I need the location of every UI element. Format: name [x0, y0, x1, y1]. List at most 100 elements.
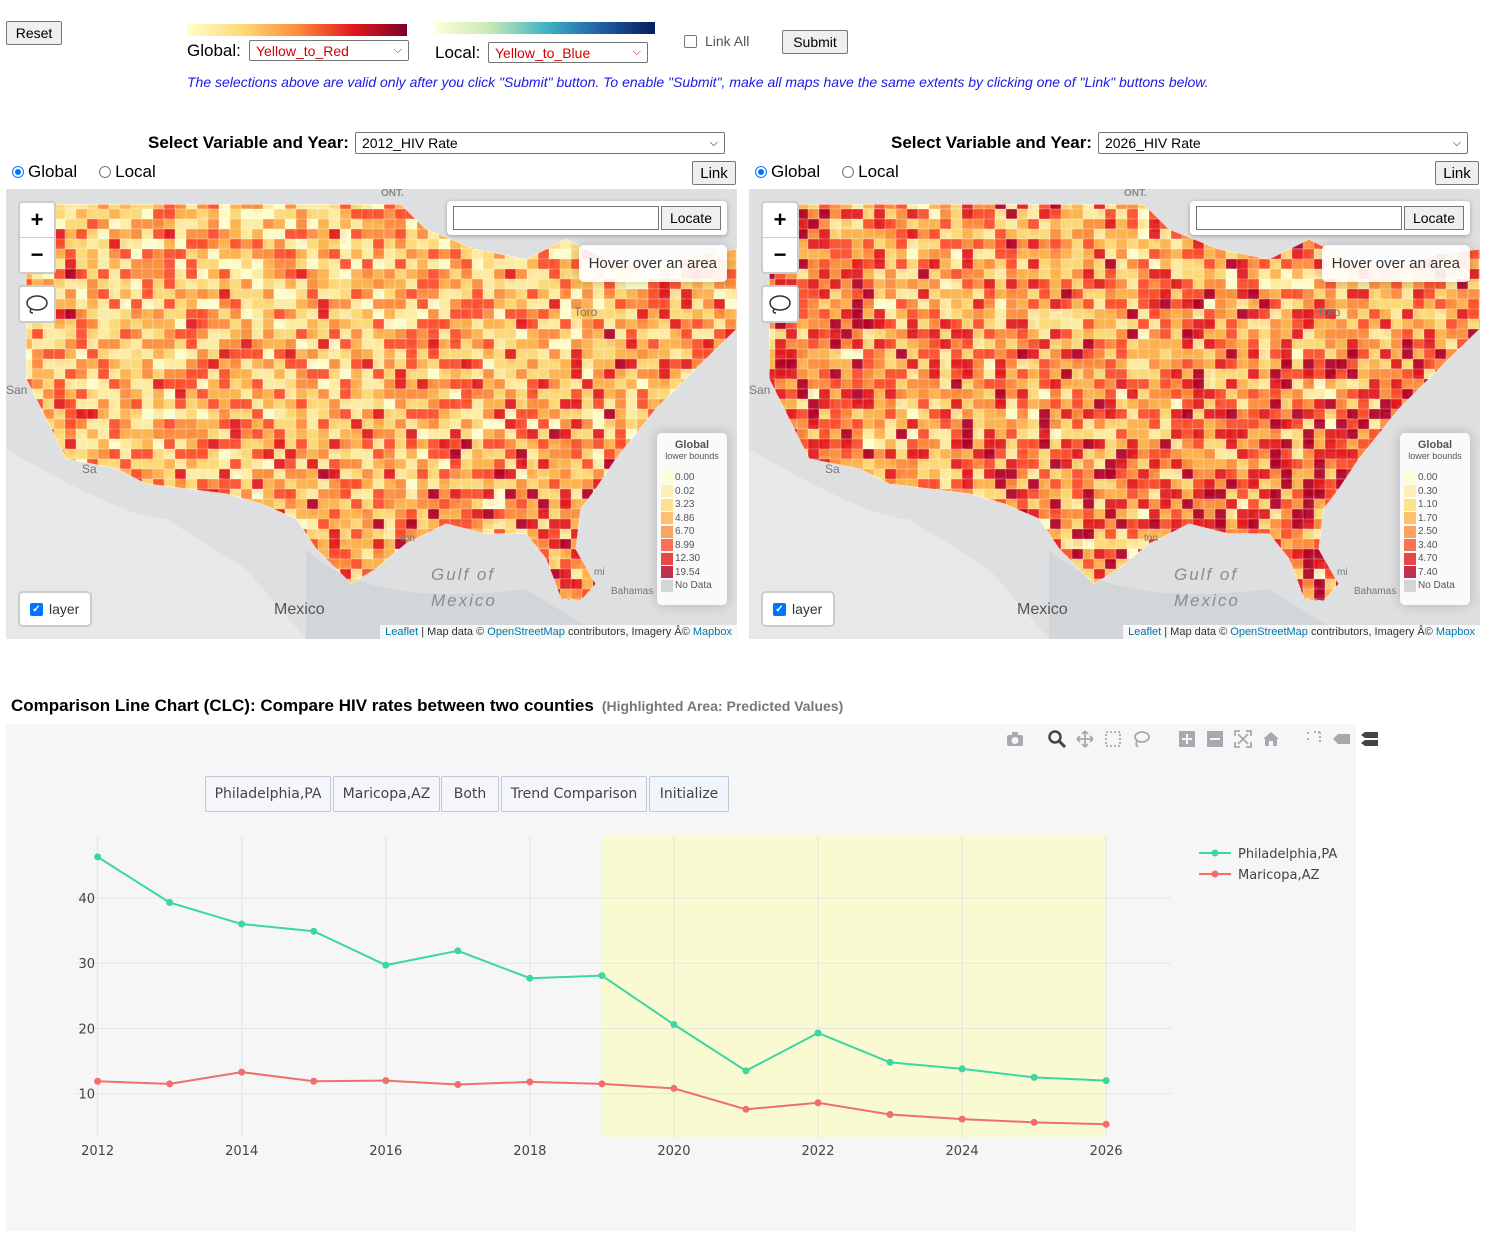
- osm-link[interactable]: OpenStreetMap: [1230, 626, 1308, 638]
- data-point[interactable]: [382, 1077, 390, 1085]
- map1-select-value: 2012_HIV Rate: [361, 135, 458, 151]
- map1-lasso-button[interactable]: [18, 285, 56, 323]
- legend-entry[interactable]: Maricopa,AZ: [1238, 868, 1319, 883]
- legend-entry[interactable]: Philadelphia,PA: [1238, 847, 1337, 862]
- link-all-label: Link All: [705, 33, 750, 49]
- map2-zoom-control: + −: [761, 201, 799, 274]
- data-point[interactable]: [310, 927, 318, 935]
- data-point[interactable]: [814, 1029, 822, 1037]
- legend-swatch: [1404, 566, 1416, 579]
- clc-line-chart[interactable]: 2012 2014 2016 2018 2020 2022 2024 2026 10 20 30 40…: [6, 724, 1356, 1231]
- legend-label: 6.70: [675, 526, 695, 538]
- data-point[interactable]: [238, 1068, 246, 1076]
- map1-legend: Global lower bounds 0.00 0.02 3.23 4.86 6.70…: [657, 433, 727, 605]
- zoom-in-icon[interactable]: +: [763, 203, 797, 238]
- data-point[interactable]: [598, 1080, 606, 1088]
- map2-radio-global[interactable]: [755, 166, 767, 178]
- hover-compare-icon[interactable]: [1360, 730, 1378, 748]
- zoom-out-icon[interactable]: −: [20, 238, 54, 272]
- map1-link-button[interactable]: Link: [692, 161, 736, 185]
- legend-row: 6.70: [661, 525, 723, 539]
- legend-label: 0.02: [675, 485, 695, 497]
- data-point[interactable]: [958, 1115, 966, 1123]
- data-point[interactable]: [310, 1077, 318, 1085]
- map1-zoom-control: + −: [18, 201, 56, 274]
- data-point[interactable]: [670, 1021, 678, 1029]
- place-label: ton: [1144, 533, 1158, 544]
- map2-variable-select[interactable]: 2026_HIV Rate ⌵: [1097, 132, 1468, 154]
- map2-locate-button[interactable]: Locate: [1403, 206, 1464, 230]
- leaflet-link[interactable]: Leaflet: [385, 626, 418, 638]
- map2-panel[interactable]: ONT. Toro San Gulf of Mexico Mexico Bahamas ton…: [749, 189, 1480, 639]
- map1-panel[interactable]: ONT. Toro San Gulf of Mexico Mexico Bahamas ton…: [6, 189, 737, 639]
- instructions-note: The selections above are valid only afte…: [187, 74, 1209, 90]
- map2-radio-local[interactable]: [842, 166, 855, 178]
- map2-layer-checkbox[interactable]: ✓: [773, 602, 786, 616]
- data-point[interactable]: [1030, 1073, 1038, 1081]
- data-point[interactable]: [166, 899, 174, 907]
- map1-radio-global[interactable]: [12, 166, 24, 178]
- reset-button[interactable]: Reset: [6, 21, 62, 45]
- map2-lasso-button[interactable]: [761, 285, 799, 323]
- map1-locate-button[interactable]: Locate: [660, 206, 721, 230]
- data-point[interactable]: [166, 1080, 174, 1088]
- global-scheme-label: Global:: [187, 41, 241, 60]
- data-point[interactable]: [526, 974, 534, 982]
- map1-variable-select[interactable]: 2012_HIV Rate ⌵: [354, 132, 725, 154]
- data-point[interactable]: [238, 920, 246, 928]
- map2-link-button[interactable]: Link: [1435, 161, 1479, 185]
- map2-locate-input[interactable]: [1196, 206, 1402, 230]
- data-point[interactable]: [814, 1099, 822, 1107]
- zoom-in-icon[interactable]: +: [20, 203, 54, 238]
- data-point[interactable]: [886, 1058, 894, 1066]
- data-point[interactable]: [670, 1084, 678, 1092]
- data-point[interactable]: [886, 1111, 894, 1119]
- osm-link[interactable]: OpenStreetMap: [487, 626, 565, 638]
- data-point[interactable]: [742, 1105, 750, 1113]
- map2-legend-subtitle: lower bounds: [1408, 451, 1462, 461]
- map1-layer-control[interactable]: ✓ layer: [18, 591, 92, 627]
- map1-radio-local[interactable]: [99, 166, 112, 178]
- legend-swatch: [661, 498, 673, 511]
- data-point[interactable]: [598, 972, 606, 980]
- attrib-text-2: contributors, Imagery Â©: [564, 626, 693, 638]
- map1-locate-input[interactable]: [453, 206, 659, 230]
- legend-label: No Data: [675, 580, 712, 592]
- map2-layer-control[interactable]: ✓ layer: [761, 591, 835, 627]
- place-label: San: [6, 383, 27, 397]
- global-scheme-select[interactable]: Yellow_to_Red ⌵: [249, 40, 409, 61]
- mapbox-link[interactable]: Mapbox: [693, 626, 732, 638]
- data-point[interactable]: [1102, 1077, 1110, 1085]
- data-point[interactable]: [958, 1065, 966, 1073]
- submit-button[interactable]: Submit: [782, 30, 848, 54]
- link-all-control[interactable]: Link All: [684, 33, 749, 49]
- data-point[interactable]: [742, 1067, 750, 1075]
- data-point[interactable]: [454, 1081, 462, 1089]
- data-point[interactable]: [94, 853, 102, 861]
- place-label: Mexico: [1017, 601, 1068, 618]
- attrib-text: | Map data ©: [1161, 626, 1231, 638]
- local-scheme-value: Yellow_to_Blue: [495, 44, 591, 61]
- data-point[interactable]: [1030, 1118, 1038, 1126]
- clc-title: Comparison Line Chart (CLC): Compare HIV…: [11, 696, 594, 715]
- zoom-out-icon[interactable]: −: [763, 238, 797, 272]
- chevron-down-icon: ⌵: [393, 44, 402, 56]
- data-point[interactable]: [382, 961, 390, 969]
- leaflet-link[interactable]: Leaflet: [1128, 626, 1161, 638]
- local-scheme-label: Local:: [435, 43, 481, 62]
- data-point[interactable]: [454, 947, 462, 955]
- legend-row: 4.70: [1404, 552, 1466, 566]
- data-point[interactable]: [1102, 1120, 1110, 1128]
- data-point[interactable]: [526, 1078, 534, 1086]
- x-tick-label: 2022: [801, 1144, 834, 1159]
- place-label: mi: [1337, 567, 1348, 578]
- place-label: Toro: [1317, 305, 1341, 319]
- legend-label: 7.40: [1418, 566, 1438, 578]
- link-all-checkbox[interactable]: [684, 34, 697, 48]
- mapbox-link[interactable]: Mapbox: [1436, 626, 1475, 638]
- lasso-icon: [769, 295, 791, 314]
- local-scheme-select[interactable]: Yellow_to_Blue ⌵: [488, 42, 648, 63]
- map1-layer-checkbox[interactable]: ✓: [30, 602, 43, 616]
- legend-row: 0.00: [1404, 471, 1466, 485]
- data-point[interactable]: [94, 1077, 102, 1085]
